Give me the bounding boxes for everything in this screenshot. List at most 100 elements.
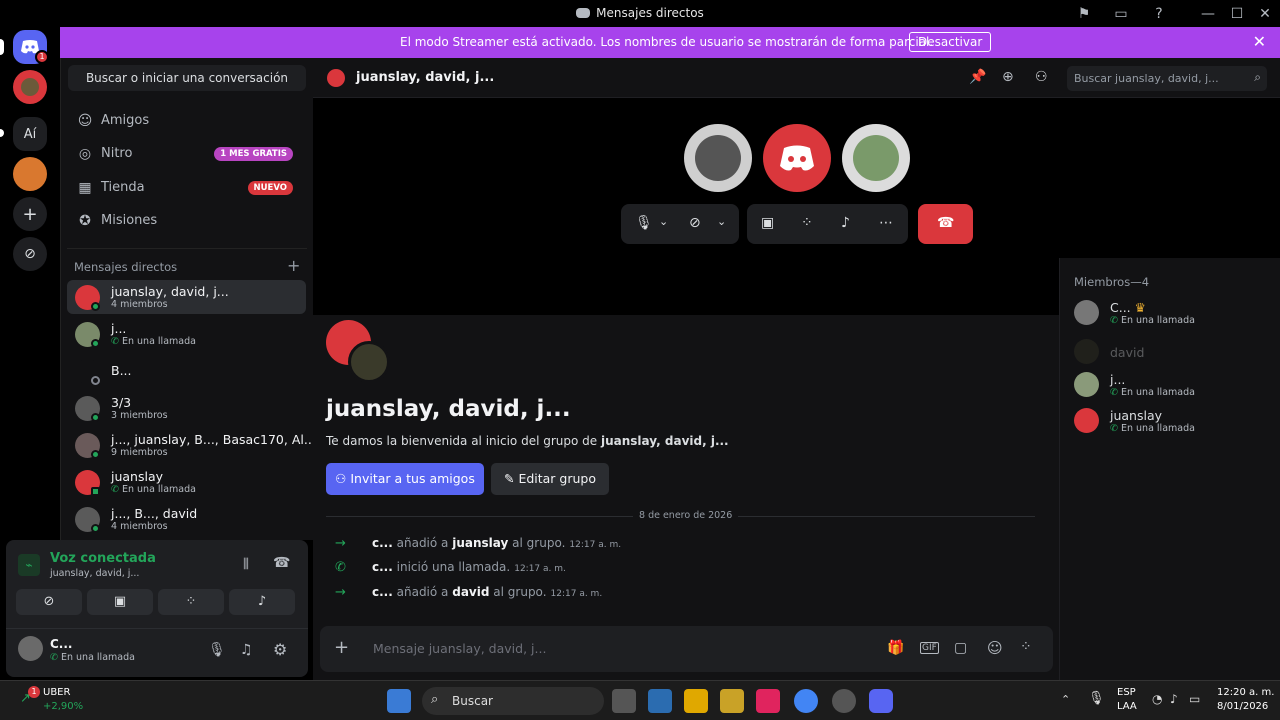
call-avatar-discord[interactable] [763,124,831,192]
chevron-up-icon[interactable]: ⌃ [1061,693,1070,706]
lang-primary[interactable]: ESP [1117,687,1136,698]
channel-title[interactable]: juanslay, david, j... [356,70,494,85]
activities-button[interactable]: ⁘ [158,589,224,615]
binance-icon[interactable] [720,689,744,713]
gif-icon[interactable]: GIF [920,642,939,654]
chrome-icon[interactable] [794,689,818,713]
nav-nitro[interactable]: ◎ Nitro 1 MES GRATIS [67,139,307,169]
dm-item[interactable]: juanslay ✆ En una llamada [67,465,306,499]
voice-status[interactable]: Voz conectada [50,551,156,566]
noise-suppression-icon[interactable]: ⫼ [243,557,249,572]
settings-gear-icon[interactable]: ⚙ [273,640,287,659]
camera-off-button[interactable]: ⊘ [16,589,82,615]
minimize-button[interactable]: — [1198,4,1218,24]
windows-start-icon[interactable] [387,689,411,713]
voice-channel[interactable]: juanslay, david, j... [50,568,139,579]
soundboard-icon[interactable]: ♪ [841,215,850,231]
music-icon[interactable] [756,689,780,713]
steam-icon[interactable] [832,689,856,713]
phone-icon: ✆ [111,484,122,495]
close-window-button[interactable]: ✕ [1255,4,1275,24]
emoji-icon[interactable]: ☺ [987,639,1003,657]
sticker-icon[interactable]: ▢ [954,640,967,656]
member-name: j... [1110,372,1126,387]
clock-time[interactable]: 12:20 a. m. [1217,687,1274,698]
crown-icon: ♛ [1134,300,1146,315]
stock-name[interactable]: UBER [43,687,70,698]
member-item[interactable]: C... ♛ ✆ En una llamada [1072,296,1272,330]
headphones-icon[interactable]: ♫ [240,642,253,658]
invite-friends-button[interactable]: ⚇ Invitar a tus amigos [326,463,484,495]
search-conversation-button[interactable]: Buscar o iniciar una conversación [68,65,306,91]
msg-target[interactable]: david [452,585,489,599]
soundboard-button[interactable]: ♪ [229,589,295,615]
mic-icon[interactable]: 🎙 [635,215,653,231]
msg-target[interactable]: juanslay [452,536,508,550]
activities-icon[interactable]: ⁘ [801,215,813,231]
chevron-down-icon[interactable]: ⌄ [659,215,668,228]
deactivate-button[interactable]: Desactivar [909,32,992,52]
msg-actor[interactable]: c... [372,585,393,599]
share-screen-icon[interactable]: ▣ [761,215,774,231]
mic-icon[interactable]: 🎙 [208,642,226,658]
server-fox-icon[interactable] [13,157,47,191]
mic-icon[interactable]: 🎙 [1088,691,1105,706]
help-icon[interactable]: ? [1149,4,1169,24]
close-icon[interactable]: ✕ [1253,32,1266,51]
call-avatar-user[interactable] [842,124,910,192]
member-item[interactable]: juanslay ✆ En una llamada [1072,404,1272,438]
attach-plus-icon[interactable]: + [334,637,349,658]
share-screen-button[interactable]: ▣ [87,589,153,615]
gift-icon[interactable]: 🎁 [887,640,904,656]
more-icon[interactable]: ⋯ [879,215,893,231]
search-input[interactable]: Buscar juanslay, david, j... ⌕ [1067,66,1267,91]
members-icon[interactable]: ⚇ [1035,69,1048,85]
group-dm-server-icon[interactable] [13,70,47,104]
edit-group-button[interactable]: ✎ Editar grupo [491,463,609,495]
dm-sub: ✆ En una llamada [111,484,196,495]
member-item[interactable]: j... ✆ En una llamada [1072,368,1272,402]
discord-taskbar-icon[interactable] [869,689,893,713]
dm-item[interactable]: j..., juanslay, B..., Basac170, Al... 9 m… [67,428,316,462]
message-input[interactable]: Mensaje juanslay, david, j... [373,641,546,656]
direct-messages-icon[interactable]: 1 [13,30,49,64]
store-icon[interactable] [648,689,672,713]
dm-item[interactable]: B... [67,354,306,388]
wifi-icon[interactable]: ◔ [1152,692,1162,706]
msg-actor[interactable]: c... [372,560,393,574]
dm-name: j..., juanslay, B..., Basac170, Al... [111,432,316,447]
nav-shop[interactable]: ▦ Tienda NUEVO [67,173,307,203]
create-dm-icon[interactable]: + [287,256,300,275]
chevron-down-icon[interactable]: ⌄ [717,215,726,228]
dm-item[interactable]: juanslay, david, j... 4 miembros [67,280,306,314]
task-view-icon[interactable] [612,689,636,713]
dm-name: j... [111,321,127,336]
camera-off-icon[interactable]: ⊘ [689,215,701,231]
lang-secondary[interactable]: LAA [1117,701,1137,712]
nav-quests[interactable]: ✪ Misiones [67,206,307,236]
battery-icon[interactable]: ▭ [1189,692,1200,706]
add-friend-icon[interactable]: ⊕ [1002,69,1014,85]
maximize-button[interactable]: ☐ [1227,4,1247,24]
dm-item[interactable]: j..., B..., david 4 miembros [67,502,306,536]
screen-icon[interactable]: ▭ [1111,4,1131,24]
msg-actor[interactable]: c... [372,536,393,550]
taskbar-search[interactable]: ⌕ Buscar [422,687,604,715]
clock-date[interactable]: 8/01/2026 [1217,701,1268,712]
apps-icon[interactable]: ⁘ [1020,639,1032,655]
file-explorer-icon[interactable] [684,689,708,713]
disconnect-icon[interactable]: ☎ [273,555,290,571]
add-server-icon[interactable]: + [13,197,47,231]
pin-icon[interactable]: 📌 [969,69,986,85]
nav-friends[interactable]: ☺ Amigos [67,106,307,136]
inbox-flag-icon[interactable]: ⚑ [1074,4,1094,24]
member-item[interactable]: david [1072,335,1272,369]
server-ai[interactable]: Aí [13,117,47,151]
volume-icon[interactable]: ♪ [1170,692,1178,706]
dm-item[interactable]: 3/3 3 miembros [67,391,306,425]
dm-item[interactable]: j... ✆ En una llamada [67,317,306,351]
avatar[interactable] [18,636,43,661]
end-call-button[interactable]: ☎ [918,204,973,244]
discover-icon[interactable]: ⊘ [13,237,47,271]
call-avatar-user[interactable] [684,124,752,192]
